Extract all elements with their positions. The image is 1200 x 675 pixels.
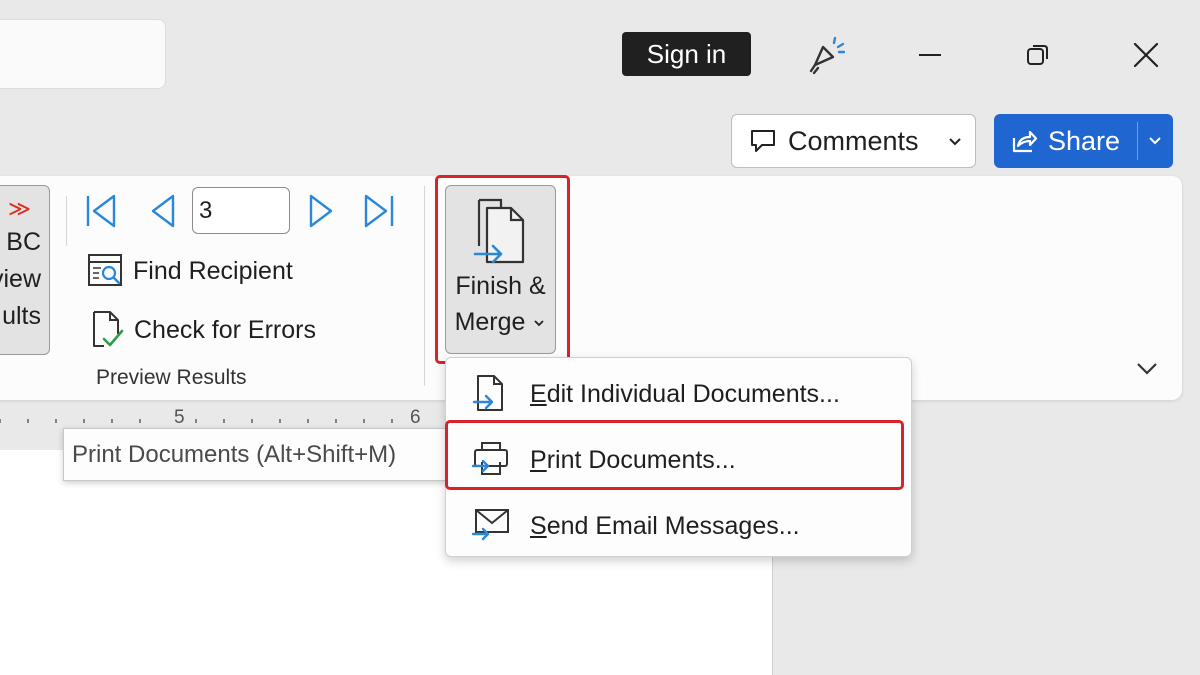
ribbon-separator [424,186,425,386]
share-label: Share [1048,125,1121,156]
share-split-divider [1137,122,1138,160]
find-recipient-button[interactable]: Find Recipient [87,251,293,291]
preview-results-label-1: BC [6,228,41,256]
preview-results-label-2: view [0,265,42,293]
ruler-mark-6: 6 [410,407,421,428]
check-for-errors-label: Check for Errors [134,315,316,344]
comments-label: Comments [788,125,919,156]
finish-merge-highlight [435,175,570,364]
comments-button[interactable]: Comments [731,114,976,168]
preview-results-group-label: Preview Results [96,366,247,389]
minimize-icon [919,54,941,56]
ruler-mark-5: 5 [174,407,185,428]
record-number-input[interactable] [192,187,290,234]
ruler-ticks [0,419,393,423]
abc-arrows-icon: ≫ [7,196,31,221]
next-record-button[interactable] [302,190,342,232]
edit-documents-icon [472,375,503,411]
last-record-button[interactable] [358,190,400,232]
minimize-button[interactable] [908,35,952,75]
menu-item-edit-individual-documents[interactable]: Edit Individual Documents... [446,362,911,424]
first-record-icon [86,194,116,228]
find-recipient-icon [88,254,122,286]
chevron-down-icon [1137,363,1157,375]
menu-item-label: Send Email Messages... [530,512,800,540]
previous-record-icon [151,194,175,228]
chevron-down-icon [949,138,961,146]
menu-item-send-email-messages[interactable]: Send Email Messages... [446,494,911,556]
check-for-errors-button[interactable]: Check for Errors [90,309,316,351]
restore-icon [1027,45,1048,65]
close-icon [1133,42,1159,68]
ribbon-collapse-button[interactable] [1133,356,1161,385]
chevron-down-icon[interactable] [1145,130,1165,150]
restore-button[interactable] [1016,35,1060,75]
preview-results-button[interactable]: ≫ BC view ults [0,185,50,355]
horizontal-ruler: 5 6 [0,405,440,429]
ribbon-separator [66,196,67,246]
tooltip-text: Print Documents (Alt+Shift+M) [72,440,397,468]
preview-results-label-3: ults [2,302,41,330]
share-icon [1012,130,1038,153]
close-button[interactable] [1124,33,1168,77]
sign-in-button[interactable]: Sign in [622,32,751,76]
coauthor-lightbulb-icon [809,36,845,75]
menu-item-label: Edit Individual Documents... [530,380,840,408]
tooltip: Print Documents (Alt+Shift+M) [63,428,447,481]
last-record-icon [364,194,394,228]
find-recipient-label: Find Recipient [133,256,293,285]
comment-icon [751,130,775,152]
lightbulb-icon[interactable] [802,34,848,76]
search-box[interactable] [0,19,166,89]
share-button[interactable]: Share [994,114,1173,168]
previous-record-button[interactable] [142,190,182,232]
next-record-icon [309,194,333,228]
print-documents-highlight [445,420,904,490]
first-record-button[interactable] [80,190,122,232]
check-errors-icon [93,311,124,347]
email-icon [472,509,509,541]
